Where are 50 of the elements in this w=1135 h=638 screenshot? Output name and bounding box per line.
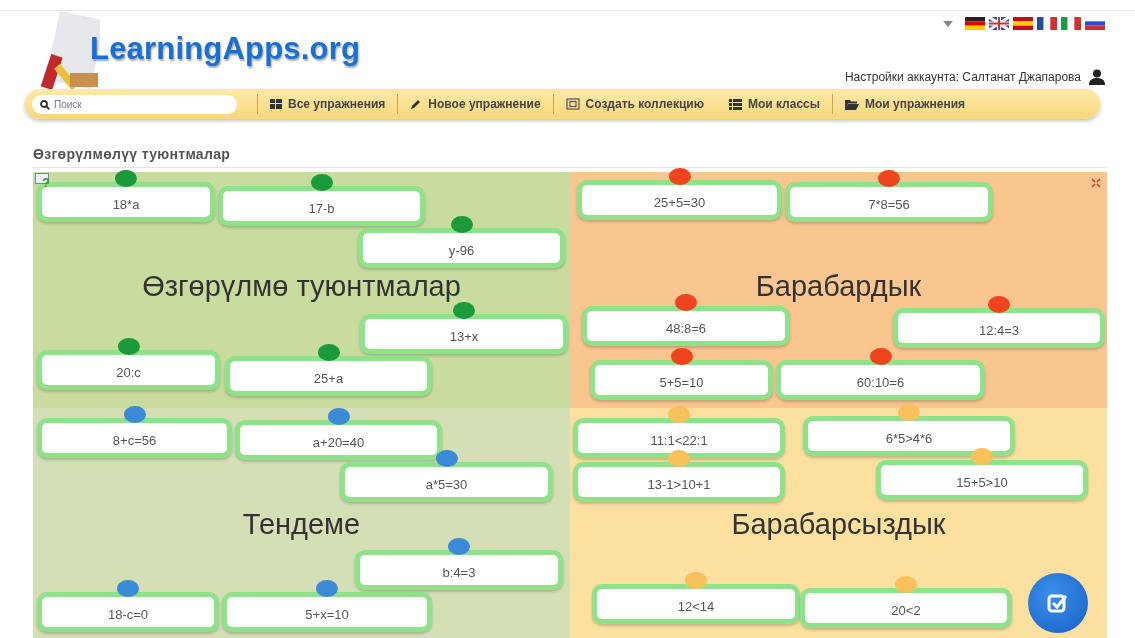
answer-card[interactable]: 5+x=10 (222, 592, 432, 632)
answer-card[interactable]: 12<14 (592, 584, 800, 624)
answer-card[interactable]: 20:c (37, 350, 220, 390)
answer-card[interactable]: 17-b (218, 186, 425, 226)
answer-card[interactable]: a+20=40 (235, 420, 442, 460)
account-link[interactable]: Настройки аккаунта: Салтанат Джапарова (844, 70, 1081, 84)
nav-link[interactable]: Новое упражнение (406, 97, 545, 111)
grid-icon (270, 99, 282, 109)
pencil-icon (410, 98, 423, 110)
site-logo[interactable]: LearningApps.org (90, 31, 361, 67)
flag-icon[interactable] (989, 17, 1009, 30)
category-title: Өзгөрүлмө туюнтмалар (142, 270, 461, 303)
fullscreen-icon[interactable] (1091, 178, 1101, 188)
answer-card[interactable]: 6*5>4*6 (803, 416, 1015, 456)
list-icon (728, 98, 742, 110)
answer-card[interactable]: 11:1<22:1 (573, 418, 785, 458)
category-title: Барабардык (755, 270, 922, 303)
answer-card[interactable]: 12:4=3 (893, 308, 1105, 348)
answer-card[interactable]: 25+a (225, 356, 432, 396)
flag-icon[interactable] (1061, 17, 1081, 30)
nav-link[interactable]: Мои упражнения (841, 97, 970, 111)
answer-card[interactable]: 48:8=6 (582, 306, 790, 346)
flag-icon[interactable] (1037, 17, 1057, 30)
answer-card[interactable]: a*5=30 (340, 462, 553, 502)
nav-link[interactable]: Все упражнения (266, 97, 390, 111)
user-icon[interactable] (1089, 69, 1105, 85)
flag-icon[interactable] (965, 17, 985, 30)
answer-card[interactable]: 25+5=30 (577, 180, 782, 220)
answer-card[interactable]: 8+c=56 (37, 418, 232, 458)
category-title: Барабарсыздык (731, 508, 946, 541)
nav-link[interactable]: Мои классы (724, 97, 824, 111)
page-title: Өзгөрүлмөлүү туюнтмалар (33, 146, 231, 162)
answer-card[interactable]: b:4=3 (355, 550, 563, 590)
checkbox-icon (1047, 593, 1069, 613)
answer-card[interactable]: 20<2 (800, 588, 1012, 628)
answer-card[interactable]: 13-1>10+1 (573, 462, 785, 502)
answer-card[interactable]: 13+x (360, 314, 568, 354)
search-icon (40, 99, 50, 110)
caret-icon[interactable] (943, 20, 953, 27)
answer-card[interactable]: 60:10=6 (776, 360, 985, 400)
answer-card[interactable]: y-96 (358, 228, 565, 268)
answer-card[interactable]: 5+5=10 (590, 360, 773, 400)
search-field[interactable]: Поиск (32, 94, 237, 114)
folder-icon (845, 98, 859, 110)
answer-card[interactable]: 18-c=0 (37, 592, 219, 632)
nav-link[interactable]: Создать коллекцию (561, 97, 708, 111)
picture-frame-icon (565, 98, 580, 110)
answer-card[interactable]: 7*8=56 (785, 182, 993, 222)
category-title: Тендеме (242, 508, 361, 541)
answer-card[interactable]: 15+5>10 (876, 460, 1088, 500)
